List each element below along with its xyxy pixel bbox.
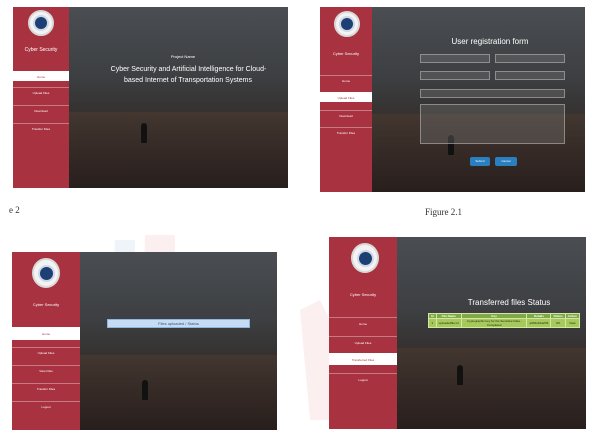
menu-item-home[interactable]: Home xyxy=(320,75,372,85)
menu-item-transfer[interactable]: Transfer Files xyxy=(12,383,80,394)
screenshot-registration: Cyber Security Home Upload Files Downloa… xyxy=(320,7,585,192)
details-textarea[interactable] xyxy=(420,104,565,144)
app-logo-icon xyxy=(334,11,360,37)
person-silhouette xyxy=(141,123,147,143)
sidebar-title: Cyber Security xyxy=(349,292,377,297)
sidebar: Cyber Security Home Upload Files Transfe… xyxy=(329,237,397,429)
address-field[interactable] xyxy=(420,89,565,98)
upload-status-banner: Files uploaded / Status xyxy=(107,319,250,328)
menu-item-transferred[interactable]: Transferred Files xyxy=(329,353,397,365)
table-cell: uploadedfile.txt xyxy=(435,318,462,328)
person-silhouette xyxy=(457,365,463,385)
project-title-line1: Cyber Security and Artificial Intelligen… xyxy=(110,66,267,73)
table-cell: OK xyxy=(550,318,566,328)
menu-item-upload[interactable]: Upload Files xyxy=(329,336,397,348)
table-cell: 1 xyxy=(428,318,437,328)
sidebar-title: Cyber Security xyxy=(32,302,60,307)
menu-item-upload[interactable]: Upload Files xyxy=(12,347,80,358)
project-title-line2: based Internet of Transportation Systems xyxy=(123,77,252,84)
menu-item-upload[interactable]: Upload Files xyxy=(13,87,69,97)
phone-field[interactable] xyxy=(495,71,565,80)
sidebar: Cyber Security Home Upload Files Downloa… xyxy=(320,7,372,192)
menu-item-logout[interactable]: Logout xyxy=(329,373,397,385)
cancel-button[interactable]: Cancel xyxy=(495,157,517,166)
sidebar: Cyber Security Home Upload Files View Fi… xyxy=(12,252,80,430)
menu-item-transfer[interactable]: Transfer Files xyxy=(13,123,69,133)
menu-item-transfer[interactable]: Transfer Files xyxy=(320,127,372,137)
sidebar-title: Cyber Security xyxy=(332,51,360,56)
app-logo-icon xyxy=(28,10,54,36)
sidebar-title: Cyber Security xyxy=(24,47,58,53)
menu-item-download[interactable]: Download xyxy=(13,105,69,115)
app-logo-icon xyxy=(32,258,60,288)
screenshot-home: Cyber Security Home Upload Files Downloa… xyxy=(13,7,288,188)
menu-item-download[interactable]: Download xyxy=(320,110,372,120)
menu-item-view[interactable]: View Files xyxy=(12,365,80,376)
project-label: Project Name xyxy=(170,54,196,59)
table-title: Transferred files Status xyxy=(467,298,551,307)
caption-figure-2-1: Figure 2.1 xyxy=(425,207,462,217)
menu-item-logout[interactable]: Logout xyxy=(12,401,80,412)
screenshot-transferred-files: Cyber Security Home Upload Files Transfe… xyxy=(329,237,586,429)
submit-button[interactable]: Submit xyxy=(470,157,490,166)
menu-item-home[interactable]: Home xyxy=(329,317,397,329)
transferred-files-table: Id File Name Key Details Status Action 1… xyxy=(428,313,581,328)
menu-item-home[interactable]: Home xyxy=(13,71,69,81)
table-row: 1 uploadedfile.txt cryptographic key for… xyxy=(428,318,581,328)
menu-item-upload[interactable]: Upload Files xyxy=(320,92,372,102)
last-name-field[interactable] xyxy=(495,54,565,63)
sidebar: Cyber Security Home Upload Files Downloa… xyxy=(13,7,69,188)
person-silhouette xyxy=(142,380,148,400)
menu-item-home[interactable]: Home xyxy=(12,327,80,340)
table-cell: cryptographic key for the Sensitive Data… xyxy=(460,318,528,328)
screenshot-upload-status: Cyber Security Home Upload Files View Fi… xyxy=(12,252,277,430)
table-cell: a3b5c2d4e5f6 xyxy=(526,318,552,328)
caption-fragment: e 2 xyxy=(9,205,20,215)
app-logo-icon xyxy=(351,243,379,273)
first-name-field[interactable] xyxy=(420,54,490,63)
view-link[interactable]: View xyxy=(564,318,581,328)
form-title: User registration form xyxy=(451,37,529,46)
email-field[interactable] xyxy=(420,71,490,80)
